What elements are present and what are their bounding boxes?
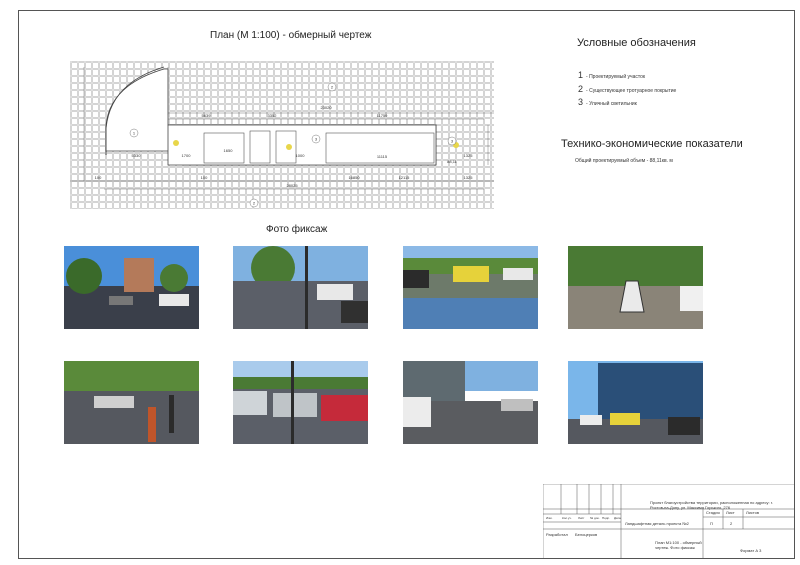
svg-text:1650: 1650 bbox=[224, 148, 234, 153]
tb-stage-value: П bbox=[710, 521, 713, 526]
legend-item: 3- Уличный светильник bbox=[578, 97, 637, 107]
svg-text:28025: 28025 bbox=[286, 183, 298, 188]
tb-col: Подп. bbox=[602, 516, 610, 520]
tb-col: № док. bbox=[590, 516, 600, 520]
svg-text:23020: 23020 bbox=[320, 105, 332, 110]
photo-1 bbox=[64, 246, 199, 329]
svg-text:100: 100 bbox=[201, 175, 208, 180]
tb-developer-name: Белоцерков bbox=[575, 532, 598, 537]
tb-project: Проект благоустройства территории, распо… bbox=[650, 500, 773, 510]
svg-text:1325: 1325 bbox=[464, 153, 474, 158]
svg-text:3352: 3352 bbox=[268, 113, 278, 118]
tb-sheet-name: Ландшафтная деталь проекта №2 bbox=[625, 521, 689, 526]
tep-title: Технико-экономические показатели bbox=[561, 138, 743, 150]
photo-2 bbox=[233, 246, 368, 329]
tb-col: Кол.уч. bbox=[562, 516, 572, 520]
tb-col: Дата bbox=[614, 516, 621, 520]
tb-developer-role: Разработал bbox=[546, 532, 568, 537]
legend-title: Условные обозначения bbox=[577, 37, 696, 49]
photo-4 bbox=[568, 246, 703, 329]
svg-text:1000: 1000 bbox=[296, 153, 306, 158]
plan-title: План (М 1:100) - обмерный чертеж bbox=[210, 30, 372, 41]
svg-text:1325: 1325 bbox=[464, 175, 474, 180]
tb-format: Формат А 3 bbox=[740, 548, 762, 553]
lamp-marker bbox=[286, 144, 292, 150]
svg-text:16850: 16850 bbox=[348, 175, 360, 180]
svg-text:88,11: 88,11 bbox=[447, 159, 457, 164]
tb-stage-header: Стадия bbox=[706, 510, 720, 515]
tep-text: Общий проектируемый объем - 88,11кв. м bbox=[575, 158, 673, 164]
svg-text:5639: 5639 bbox=[202, 113, 212, 118]
lamp-marker bbox=[173, 140, 179, 146]
tb-sheet-header: Лист bbox=[726, 510, 735, 515]
plan-drawing: 1 2 3 3 2 5639 3352 11759 23020 5330 170… bbox=[70, 61, 494, 209]
photo-5 bbox=[64, 361, 199, 444]
svg-text:1700: 1700 bbox=[182, 153, 192, 158]
photo-3 bbox=[403, 246, 538, 329]
tb-col: Изм. bbox=[546, 516, 553, 520]
photo-title: Фото фиксаж bbox=[266, 224, 328, 235]
svg-text:11115: 11115 bbox=[377, 154, 388, 159]
tb-col: Лист bbox=[578, 516, 585, 520]
legend-item: 1- Проектируемый участок bbox=[578, 70, 646, 80]
photo-7 bbox=[403, 361, 538, 444]
photo-8 bbox=[568, 361, 703, 444]
tb-sheet-value: 2 bbox=[730, 521, 733, 526]
svg-text:12115: 12115 bbox=[399, 175, 411, 180]
legend-item: 2- Существующее тротуарное покрытие bbox=[578, 84, 677, 94]
tb-sheets-header: Листов bbox=[746, 510, 759, 515]
photo-6 bbox=[233, 361, 368, 444]
svg-text:100: 100 bbox=[95, 175, 102, 180]
tb-content: План М1:100 - обмерный чертеж. Фото фикс… bbox=[655, 540, 702, 550]
svg-text:11759: 11759 bbox=[377, 113, 389, 118]
svg-text:5330: 5330 bbox=[132, 153, 142, 158]
